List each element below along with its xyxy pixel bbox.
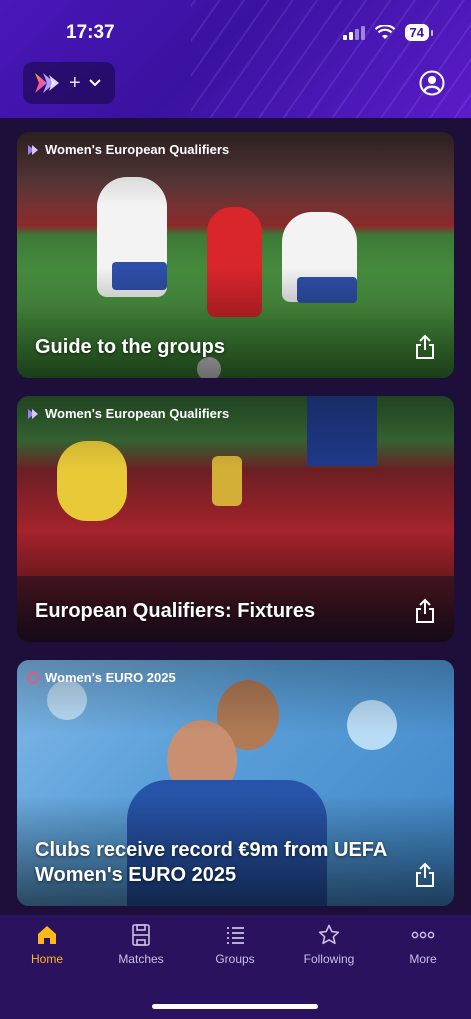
- header-pattern: [191, 0, 471, 118]
- card-tag-label: Women's European Qualifiers: [45, 406, 230, 421]
- tab-label: Home: [30, 952, 63, 966]
- card-tag-label: Women's EURO 2025: [45, 670, 176, 685]
- card-title: European Qualifiers: Fixtures: [35, 600, 316, 622]
- tab-label: Matches: [118, 952, 164, 966]
- card-title: Guide to the groups: [35, 336, 225, 358]
- card-tag: Women's European Qualifiers: [27, 142, 229, 157]
- add-icon: +: [69, 72, 81, 94]
- news-card[interactable]: Women's EURO 2025 Clubs receive record €…: [17, 660, 454, 906]
- list-icon: [227, 927, 244, 944]
- news-feed: Women's European Qualifiers Guide to the…: [17, 132, 454, 924]
- signal-icon: [342, 25, 365, 40]
- tab-home[interactable]: Home: [7, 923, 87, 966]
- card-tag: Women's European Qualifiers: [27, 406, 229, 421]
- profile-icon[interactable]: [419, 70, 445, 96]
- app-header: 17:37 74 +: [0, 0, 471, 118]
- tab-label: More: [409, 952, 437, 966]
- chevron-down-icon: [88, 79, 101, 87]
- battery-indicator: 74: [404, 24, 434, 41]
- star-icon: [318, 924, 340, 945]
- home-indicator[interactable]: [152, 1004, 318, 1009]
- status-icons: 74: [342, 24, 434, 41]
- share-icon[interactable]: [414, 598, 436, 624]
- tab-groups[interactable]: Groups: [195, 923, 275, 966]
- card-tag-label: Women's European Qualifiers: [45, 142, 230, 157]
- news-card[interactable]: Women's European Qualifiers Guide to the…: [17, 132, 454, 378]
- share-icon[interactable]: [414, 334, 436, 360]
- tab-label: Groups: [215, 952, 255, 966]
- card-title: Clubs receive record €9m from UEFA Women…: [35, 839, 387, 886]
- euro-2025-logo-icon: [27, 671, 39, 684]
- share-icon[interactable]: [414, 862, 436, 888]
- pitch-icon: [132, 924, 150, 946]
- tab-label: Following: [303, 952, 355, 966]
- competition-logo-icon: [28, 144, 38, 155]
- card-tag: Women's EURO 2025: [27, 670, 176, 685]
- uefa-logo-icon: [35, 73, 59, 93]
- wifi-icon: [374, 25, 395, 39]
- tab-following[interactable]: Following: [289, 923, 369, 966]
- more-icon: [411, 931, 435, 939]
- competition-logo-icon: [28, 408, 38, 419]
- tab-matches[interactable]: Matches: [101, 923, 181, 966]
- news-card[interactable]: Women's European Qualifiers European Qua…: [17, 396, 454, 642]
- home-icon: [38, 926, 56, 944]
- competition-switcher[interactable]: +: [23, 62, 115, 104]
- tab-more[interactable]: More: [383, 923, 463, 966]
- status-time: 17:37: [66, 22, 115, 43]
